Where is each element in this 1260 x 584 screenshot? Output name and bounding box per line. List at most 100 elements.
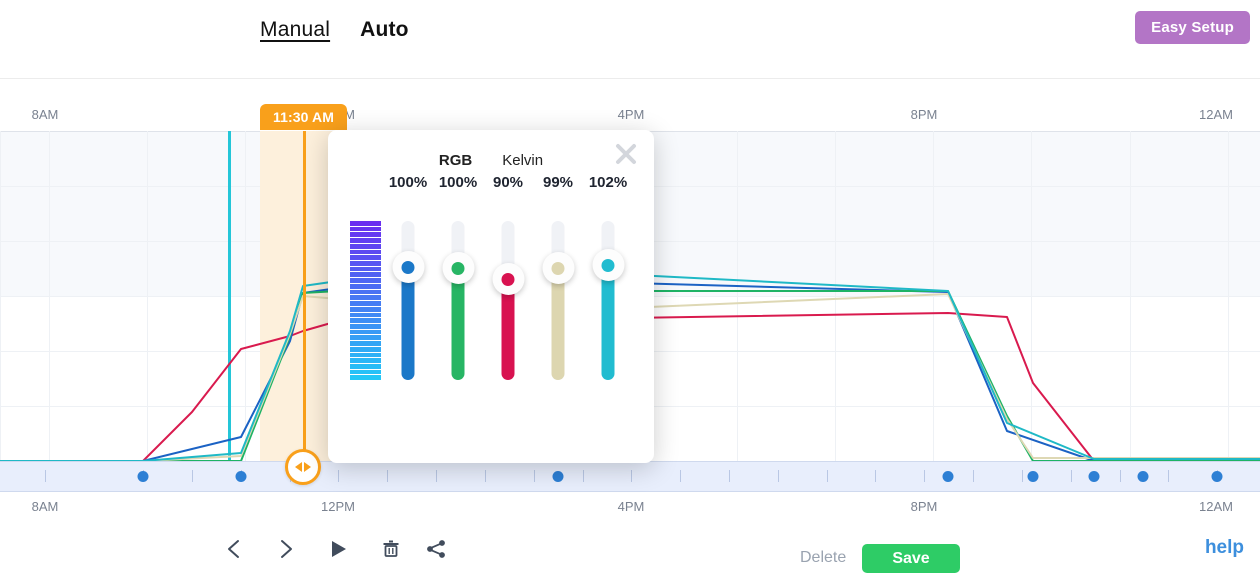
easy-setup-button[interactable]: Easy Setup xyxy=(1135,11,1250,44)
spectrum-band xyxy=(350,261,381,266)
mode-tab-group: Manual Auto xyxy=(260,18,409,42)
current-time-chip: 11:30 AM xyxy=(260,104,347,130)
top-axis-label-2: 4PM xyxy=(617,107,645,122)
timeline-tick xyxy=(973,470,974,482)
spectrum-band xyxy=(350,272,381,278)
spectrum-band xyxy=(350,289,381,295)
slider-knob-dot xyxy=(401,260,415,274)
spectrum-band xyxy=(350,301,381,306)
app-header: Manual Auto Easy Setup xyxy=(0,0,1260,70)
arrow-left-icon xyxy=(295,462,302,472)
delete-keyframe-button[interactable] xyxy=(369,528,413,570)
channel-percent-row: 100% 100% 90% 99% 102% xyxy=(328,174,654,196)
spectrum-band xyxy=(350,346,381,352)
share-icon xyxy=(427,540,445,558)
keyframe-dot[interactable] xyxy=(1137,471,1149,482)
timeline-tick xyxy=(875,470,876,482)
tab-manual[interactable]: Manual xyxy=(260,18,330,42)
timeline-scrub-handle[interactable] xyxy=(285,449,321,485)
spectrum-band xyxy=(350,226,381,232)
timeline-tick xyxy=(1022,470,1023,482)
play-button[interactable] xyxy=(316,528,360,570)
slider-knob-ch3[interactable] xyxy=(492,263,524,295)
keyframe-dot[interactable] xyxy=(1088,471,1100,482)
spectrum-bar xyxy=(350,221,381,381)
bottom-axis-label-3: 8PM xyxy=(910,499,938,514)
timeline-tick xyxy=(338,470,339,482)
timeline-tick xyxy=(924,470,925,482)
slider-knob-dot xyxy=(501,272,515,286)
trash-icon xyxy=(383,540,399,557)
slider-knob-ch2[interactable] xyxy=(442,252,474,284)
spectrum-band xyxy=(350,369,381,375)
spectrum-band xyxy=(350,335,381,341)
tab-rgb[interactable]: RGB xyxy=(439,152,472,169)
timeline-tick xyxy=(827,470,828,482)
slider-knob-ch5[interactable] xyxy=(592,249,624,281)
save-button[interactable]: Save xyxy=(862,544,960,573)
timeline-tick xyxy=(680,470,681,482)
keyframe-dot[interactable] xyxy=(552,471,564,482)
channel-percent-ch3: 90% xyxy=(492,174,524,191)
keyframe-dot[interactable] xyxy=(942,471,954,482)
chart-bottom-axis: 8AM 12PM 4PM 8PM 12AM xyxy=(0,499,1260,521)
timeline-tick xyxy=(534,470,535,482)
slider-ch4[interactable] xyxy=(542,221,574,380)
spectrum-band xyxy=(350,243,381,249)
timeline-tick xyxy=(436,470,437,482)
play-icon xyxy=(332,541,346,557)
spectrum-band xyxy=(350,266,381,272)
slider-knob-dot xyxy=(451,261,465,275)
prev-button[interactable] xyxy=(212,528,256,570)
channel-percent-ch5: 102% xyxy=(588,174,628,191)
slider-ch5[interactable] xyxy=(592,221,624,380)
spectrum-band xyxy=(350,323,381,329)
slider-knob-ch1[interactable] xyxy=(392,251,424,283)
spectrum-band xyxy=(350,358,381,363)
bottom-toolbar: help xyxy=(0,528,1260,574)
spectrum-band xyxy=(350,295,381,301)
timeline-tick xyxy=(485,470,486,482)
header-divider xyxy=(0,78,1260,79)
slider-knob-dot xyxy=(601,258,615,272)
bottom-axis-label-0: 8AM xyxy=(31,499,59,514)
timeline-tick xyxy=(192,470,193,482)
top-axis-label-3: 8PM xyxy=(910,107,938,122)
chevron-right-icon xyxy=(281,540,292,558)
spectrum-band xyxy=(350,255,381,261)
timeline-tick xyxy=(1168,470,1169,482)
slider-ch2[interactable] xyxy=(442,221,474,380)
next-button[interactable] xyxy=(264,528,308,570)
slider-knob-ch4[interactable] xyxy=(542,252,574,284)
slider-fill-ch2 xyxy=(451,268,465,380)
spectrum-band xyxy=(350,329,381,335)
top-axis-label-0: 8AM xyxy=(31,107,59,122)
spectrum-band xyxy=(350,221,381,226)
arrow-right-icon xyxy=(304,462,311,472)
timeline-tick xyxy=(387,470,388,482)
share-button[interactable] xyxy=(414,528,458,570)
spectrum-band xyxy=(350,306,381,312)
spectrum-band xyxy=(350,232,381,238)
slider-ch1[interactable] xyxy=(392,221,424,380)
keyframe-dot[interactable] xyxy=(1211,471,1223,482)
spectrum-band xyxy=(350,283,381,289)
tab-kelvin[interactable]: Kelvin xyxy=(502,152,543,169)
keyframe-dot[interactable] xyxy=(235,471,247,482)
spectrum-band xyxy=(350,249,381,255)
help-link[interactable]: help xyxy=(1205,537,1244,559)
keyframe-timeline[interactable] xyxy=(0,449,1260,492)
spectrum-band xyxy=(350,375,381,381)
color-mode-tabs: RGB Kelvin xyxy=(328,152,654,169)
keyframe-dot[interactable] xyxy=(1027,471,1039,482)
timeline-tick xyxy=(1071,470,1072,482)
spectrum-band xyxy=(350,318,381,323)
keyframe-dot[interactable] xyxy=(137,471,149,482)
timeline-tick xyxy=(778,470,779,482)
slider-ch3[interactable] xyxy=(492,221,524,380)
spectrum-band xyxy=(350,352,381,358)
tab-auto[interactable]: Auto xyxy=(360,18,409,42)
slider-fill-ch1 xyxy=(401,267,415,380)
chart-top-axis: 8AM12PM4PM8PM12AM xyxy=(0,107,1260,127)
delete-button[interactable]: Delete xyxy=(794,548,852,568)
